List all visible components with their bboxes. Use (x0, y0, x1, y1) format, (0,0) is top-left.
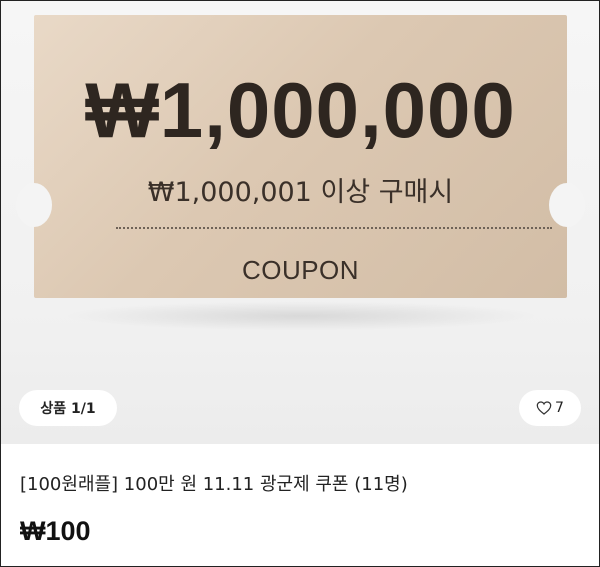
coupon-condition: ₩1,000,001 이상 구매시 (147, 177, 454, 208)
coupon-notch-left (16, 183, 52, 227)
coupon-amount: ₩1,000,000 (85, 66, 516, 154)
coupon-label: COUPON (241, 255, 360, 285)
product-image[interactable]: ₩1,000,000 ₩1,000,001 이상 구매시 COUPON 상품 1… (1, 1, 599, 444)
image-counter-text: 상품 1/1 (40, 401, 96, 417)
coupon-divider (116, 227, 552, 229)
product-info: [100원래플] 100만 원 11.11 광군제 쿠폰 (11명) ₩100 (1, 444, 599, 566)
like-button[interactable]: 7 (519, 390, 581, 426)
coupon-notch-right (549, 183, 585, 227)
product-card: ₩1,000,000 ₩1,000,001 이상 구매시 COUPON 상품 1… (0, 0, 600, 567)
coupon-graphic: ₩1,000,000 ₩1,000,001 이상 구매시 COUPON (34, 15, 567, 298)
product-price: ₩100 (20, 516, 91, 546)
product-title[interactable]: [100원래플] 100만 원 11.11 광군제 쿠폰 (11명) (20, 470, 408, 496)
heart-icon (536, 401, 552, 415)
coupon-shadow (61, 301, 541, 331)
like-count: 7 (555, 400, 564, 416)
image-counter-badge: 상품 1/1 (19, 390, 117, 426)
